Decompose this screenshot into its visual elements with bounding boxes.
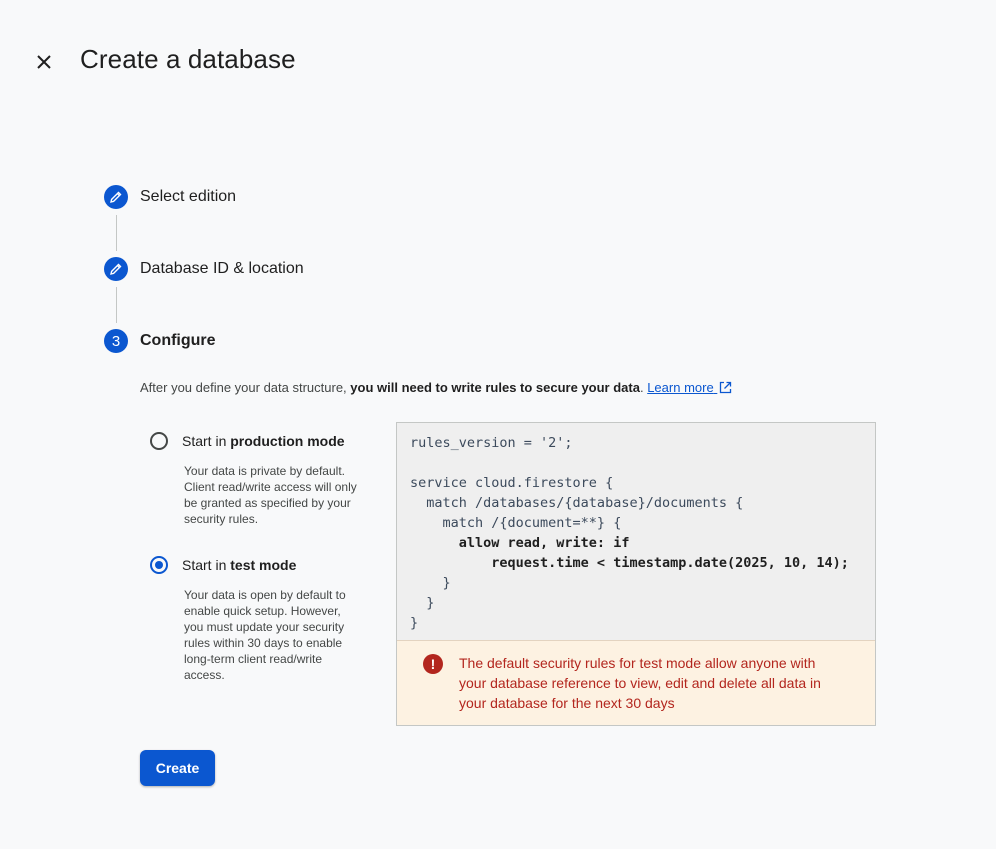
code-line: rules_version = '2'; (410, 435, 573, 451)
code-line: } (410, 595, 435, 611)
step-connector (116, 215, 117, 251)
step-completed-indicator (104, 257, 128, 281)
test-mode-warning: ! The default security rules for test mo… (397, 640, 875, 725)
description-text: After you define your data structure, (140, 380, 351, 395)
code-line: match /databases/{database}/documents { (410, 495, 744, 511)
code-line: match /{document=**} { (410, 515, 622, 531)
step-select-edition[interactable]: Select edition (104, 185, 904, 209)
create-button[interactable]: Create (140, 750, 215, 786)
production-mode-option[interactable]: Start in production mode Your data is pr… (148, 429, 358, 527)
external-link-icon (720, 381, 732, 394)
pencil-icon (110, 263, 122, 275)
test-mode-option[interactable]: Start in test mode Your data is open by … (148, 553, 358, 683)
code-line: allow read, write: if (410, 535, 630, 551)
pencil-icon (110, 191, 122, 203)
code-line: service cloud.firestore { (410, 475, 614, 491)
test-mode-radio[interactable] (150, 556, 168, 574)
configure-description: After you define your data structure, yo… (140, 380, 732, 395)
learn-more-label: Learn more (647, 380, 714, 395)
description-emphasis: you will need to write rules to secure y… (350, 380, 640, 395)
warning-text: The default security rules for test mode… (459, 655, 821, 711)
step-completed-indicator (104, 185, 128, 209)
page-header: Create a database (0, 0, 996, 120)
error-icon: ! (423, 654, 443, 674)
close-button[interactable] (28, 46, 60, 78)
step-connector (116, 287, 117, 323)
mode-label-prefix: Start in (182, 557, 231, 573)
security-rules-code: rules_version = '2'; service cloud.fires… (397, 423, 875, 639)
learn-more-link[interactable]: Learn more (647, 380, 732, 395)
mode-label-bold: test mode (230, 557, 297, 573)
code-line: request.time < timestamp.date(2025, 10, … (410, 555, 849, 571)
step-database-id-location[interactable]: Database ID & location (104, 257, 904, 281)
test-mode-label: Start in test mode (182, 557, 296, 573)
step-configure: 3 Configure (104, 329, 904, 353)
production-mode-label: Start in production mode (182, 433, 345, 449)
step-label: Select edition (140, 188, 237, 205)
step-number: 3 (104, 329, 128, 353)
mode-label-bold: production mode (230, 433, 345, 449)
mode-label-prefix: Start in (182, 433, 231, 449)
step-label: Database ID & location (140, 260, 304, 277)
close-icon (37, 55, 51, 69)
step-label: Configure (140, 332, 216, 349)
page-title: Create a database (80, 44, 296, 74)
production-mode-radio[interactable] (150, 432, 168, 450)
stepper: Select edition Database ID & location 3 … (104, 185, 904, 353)
code-line: } (410, 615, 419, 631)
production-mode-help: Your data is private by default. Client … (184, 464, 357, 526)
test-mode-help: Your data is open by default to enable q… (184, 588, 346, 682)
security-rules-panel: rules_version = '2'; service cloud.fires… (396, 422, 876, 726)
code-line: } (410, 575, 451, 591)
